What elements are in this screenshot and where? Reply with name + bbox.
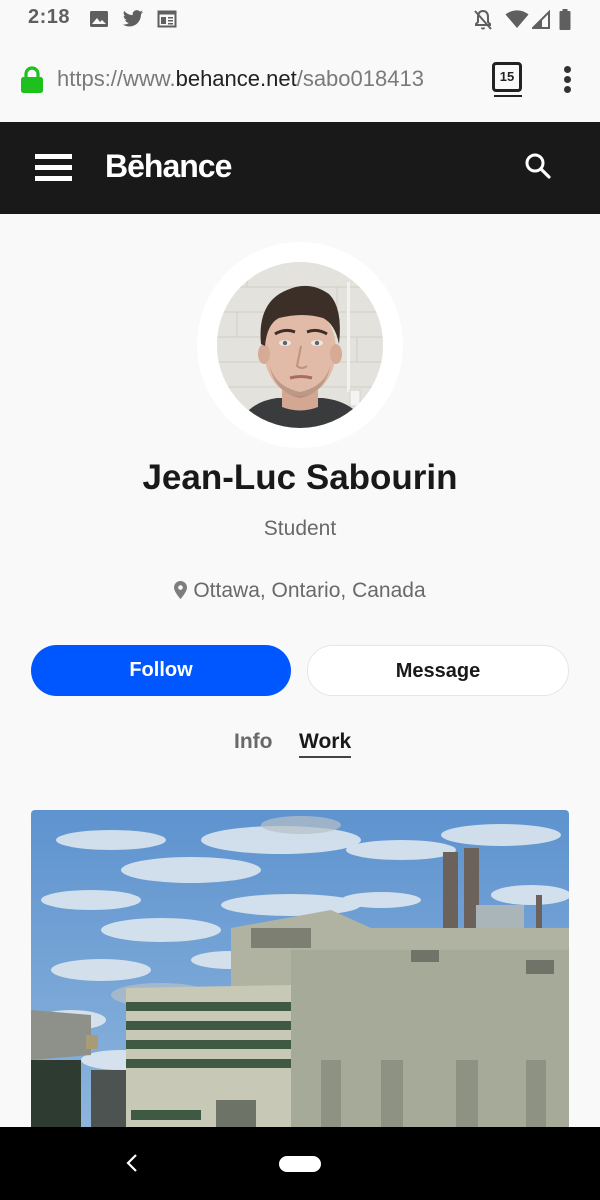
tab-info[interactable]: Info xyxy=(234,730,272,754)
news-icon xyxy=(157,9,177,34)
url-path: /sabo018413 xyxy=(296,66,424,91)
profile-occupation: Student xyxy=(263,517,337,540)
url-domain: behance.net xyxy=(175,66,297,91)
location-text: Ottawa, Ontario, Canada xyxy=(193,579,426,602)
notifications-off-icon xyxy=(473,9,493,36)
project-card[interactable] xyxy=(31,810,569,1140)
more-options-icon[interactable] xyxy=(562,66,572,94)
avatar[interactable] xyxy=(217,262,383,428)
status-time: 2:18 xyxy=(28,6,71,28)
signal-icon xyxy=(530,9,550,34)
url-field[interactable]: https://www.behance.net/sabo018413 xyxy=(57,66,475,92)
image-icon xyxy=(89,9,109,34)
location-pin-icon xyxy=(174,581,188,605)
back-icon[interactable] xyxy=(124,1151,140,1180)
url-prefix: https://www. xyxy=(57,66,176,91)
url-fade xyxy=(440,60,480,100)
tab-switcher-underline xyxy=(494,95,522,97)
status-bar: 2:18 xyxy=(0,0,600,40)
tab-work[interactable]: Work xyxy=(299,730,352,758)
site-header: Bēhance xyxy=(0,122,600,214)
message-button[interactable]: Message xyxy=(307,645,569,696)
twitter-icon xyxy=(122,9,144,34)
system-nav-bar xyxy=(0,1127,600,1200)
profile-name: Jean-Luc Sabourin xyxy=(142,458,458,497)
home-pill-icon[interactable] xyxy=(279,1156,321,1172)
hamburger-icon[interactable] xyxy=(35,154,72,181)
behance-logo[interactable]: Bēhance xyxy=(105,148,232,185)
follow-button[interactable]: Follow xyxy=(31,645,291,696)
lock-icon xyxy=(20,66,44,99)
project-thumbnail xyxy=(31,810,569,1140)
search-icon[interactable] xyxy=(524,152,552,185)
tab-switcher-button[interactable]: 15 xyxy=(492,62,522,92)
profile-location: Ottawa, Ontario, Canada xyxy=(0,579,600,605)
wifi-icon xyxy=(505,9,529,34)
battery-icon xyxy=(559,9,571,36)
